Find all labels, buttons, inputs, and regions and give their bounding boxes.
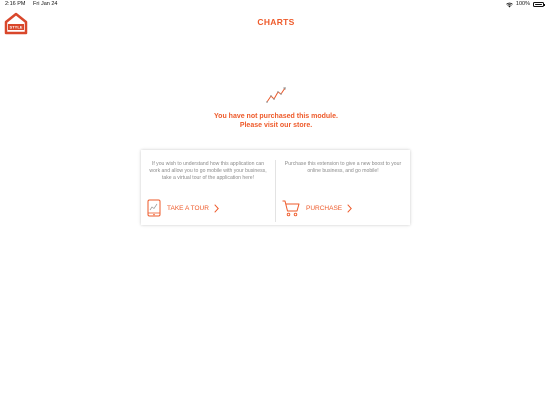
page-title: CHARTS [257, 17, 295, 27]
status-left: 2:16 PM Fri Jan 24 [5, 0, 57, 9]
tour-panel: If you wish to understand how this appli… [141, 150, 275, 225]
line-chart-icon [266, 87, 286, 103]
status-right: 100% [506, 0, 545, 9]
purchase-label: PURCHASE [306, 204, 343, 212]
wifi-icon [506, 2, 513, 7]
tour-description: If you wish to understand how this appli… [149, 161, 267, 182]
purchase-panel: Purchase this extension to give a new bo… [276, 150, 410, 225]
chevron-right-icon [347, 203, 353, 213]
status-time: 2:16 PM [5, 1, 26, 7]
take-tour-label: TAKE A TOUR [167, 204, 209, 212]
not-purchased-notice: You have not purchased this module. Plea… [0, 112, 552, 130]
chevron-right-icon [214, 203, 219, 213]
take-tour-button[interactable]: TAKE A TOUR [147, 198, 219, 218]
battery-icon [533, 2, 545, 7]
notice-line-2: Please visit our store. [239, 122, 313, 129]
nav-bar: STYLE CHARTS [0, 9, 552, 37]
tablet-icon [147, 199, 161, 217]
purchase-description: Purchase this extension to give a new bo… [284, 161, 402, 175]
store-card: If you wish to understand how this appli… [141, 150, 410, 225]
battery-percent: 100% [515, 1, 530, 7]
purchase-button[interactable]: PURCHASE [282, 198, 353, 218]
notice-line-1: You have not purchased this module. [214, 113, 338, 120]
status-bar: 2:16 PM Fri Jan 24 100% [0, 0, 552, 9]
cart-icon [282, 200, 300, 216]
status-date: Fri Jan 24 [33, 1, 58, 7]
